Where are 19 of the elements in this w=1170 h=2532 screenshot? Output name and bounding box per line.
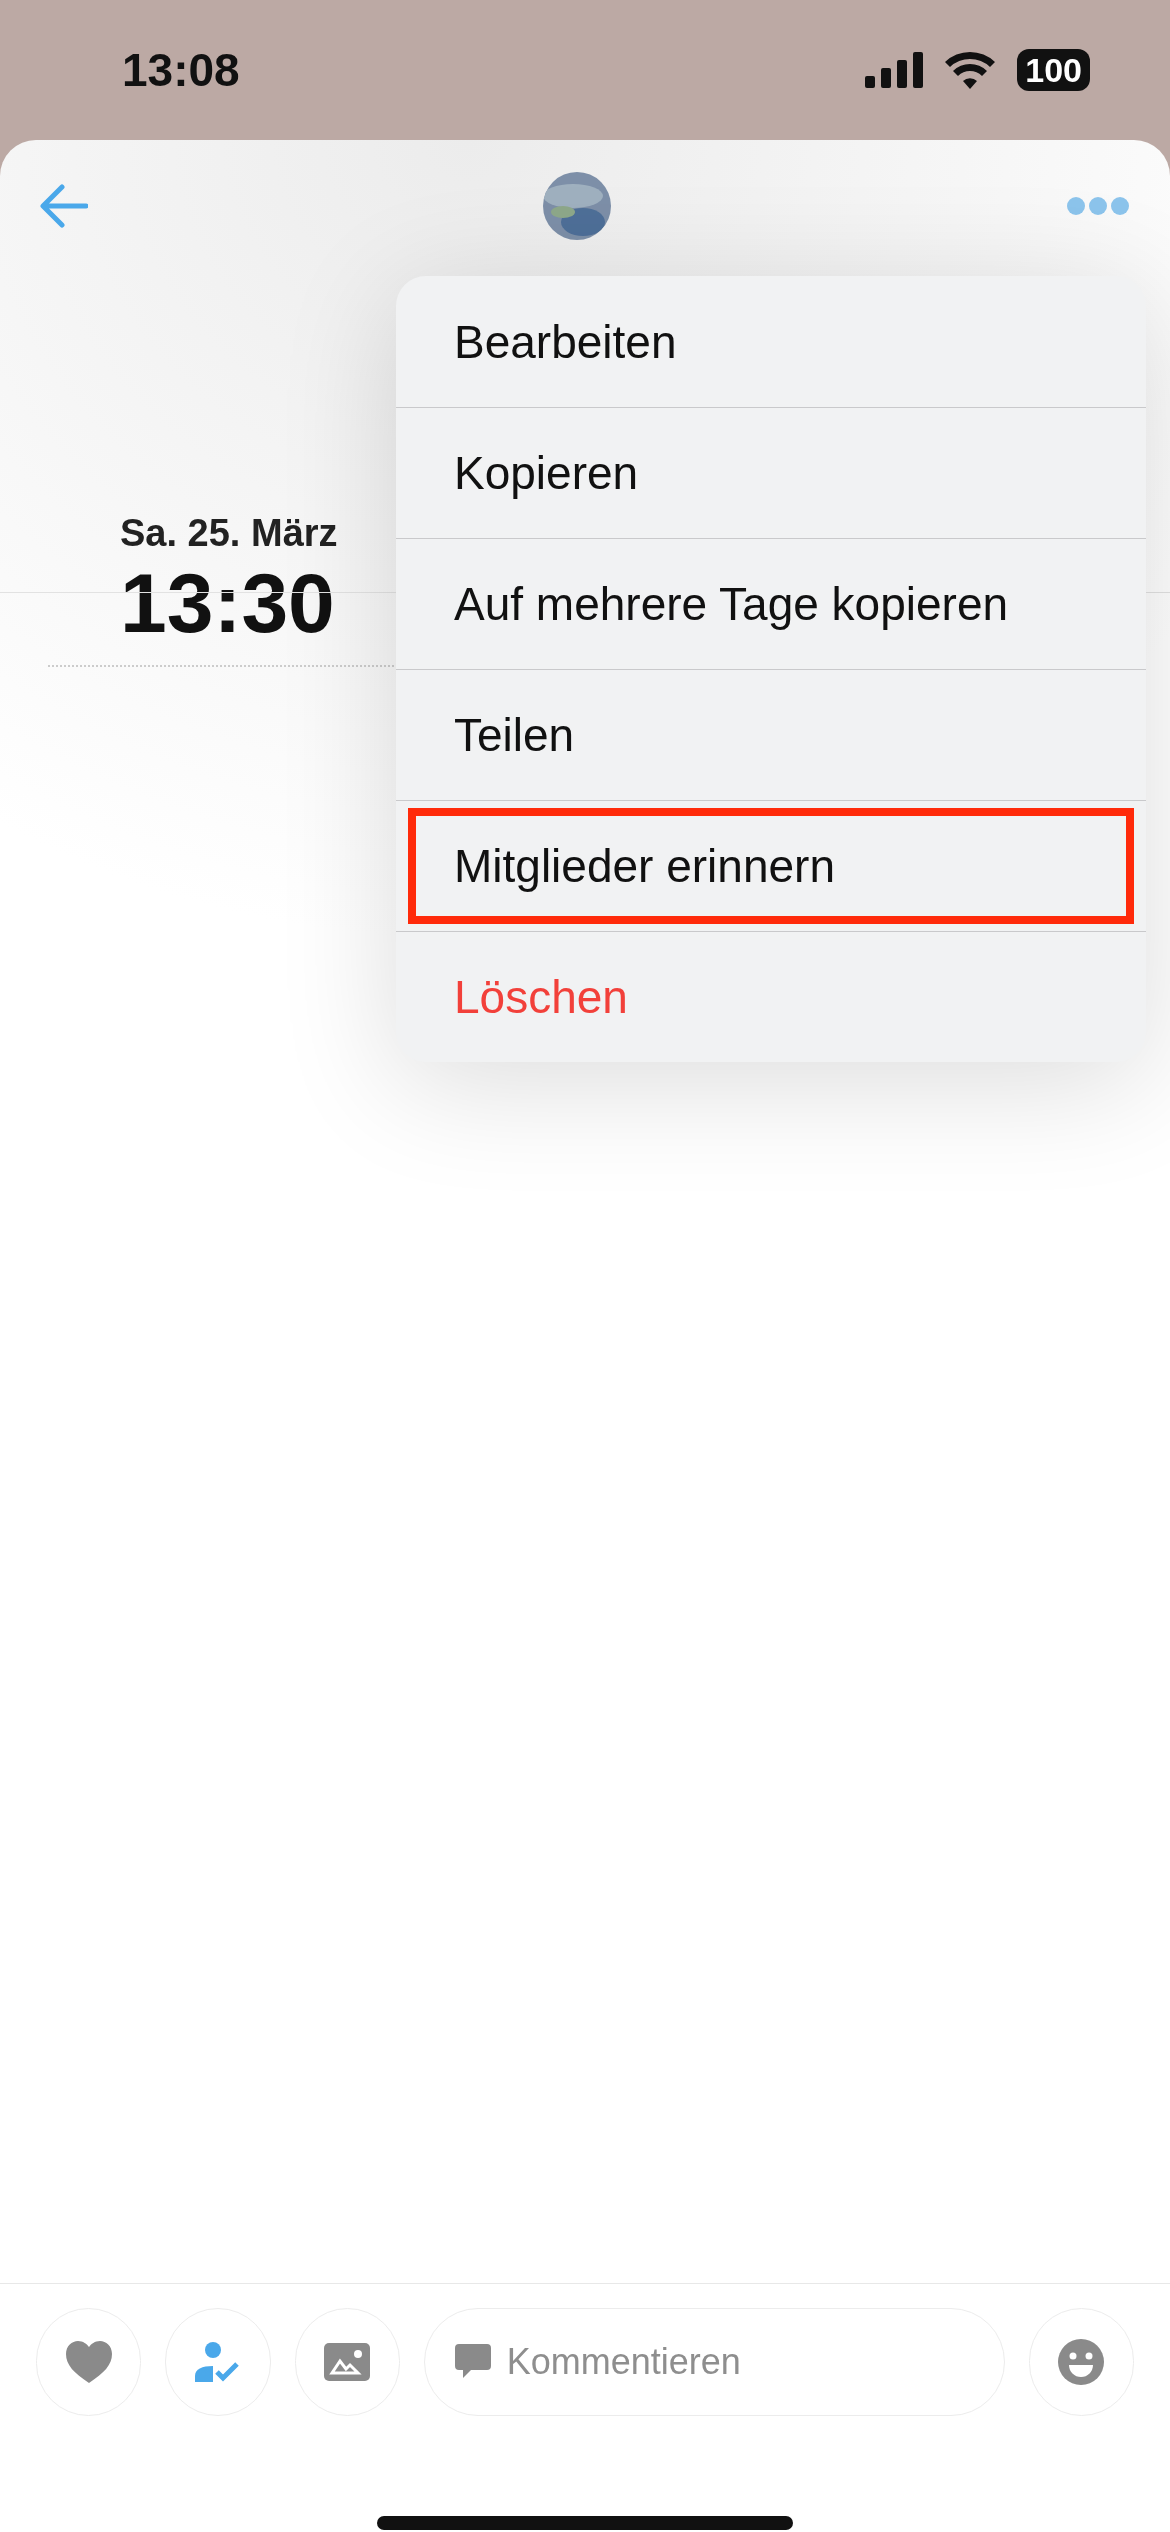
signal-icon [865, 52, 924, 88]
battery-indicator: 100 [1017, 49, 1090, 91]
event-date: Sa. 25. März [120, 512, 338, 555]
comment-input[interactable]: Kommentieren [504, 2340, 974, 2384]
wifi-icon [945, 51, 996, 89]
status-time: 13:08 [122, 43, 240, 97]
menu-item[interactable]: Mitglieder erinnern [408, 808, 1134, 924]
menu-item[interactable]: Bearbeiten [408, 306, 1134, 377]
speech-bubble-icon [454, 2344, 491, 2380]
person-check-icon [194, 2342, 241, 2382]
event-time: 13:30 [120, 561, 335, 645]
menu-item[interactable]: Kopieren [408, 438, 1134, 508]
image-icon [324, 2343, 371, 2381]
heart-icon [65, 2341, 112, 2383]
back-arrow-icon[interactable] [40, 184, 88, 228]
more-icon[interactable] [1066, 196, 1130, 216]
menu-item[interactable]: Teilen [408, 700, 1134, 770]
smiley-icon [1058, 2339, 1105, 2385]
menu-item[interactable]: Auf mehrere Tage kopieren [408, 569, 1134, 639]
